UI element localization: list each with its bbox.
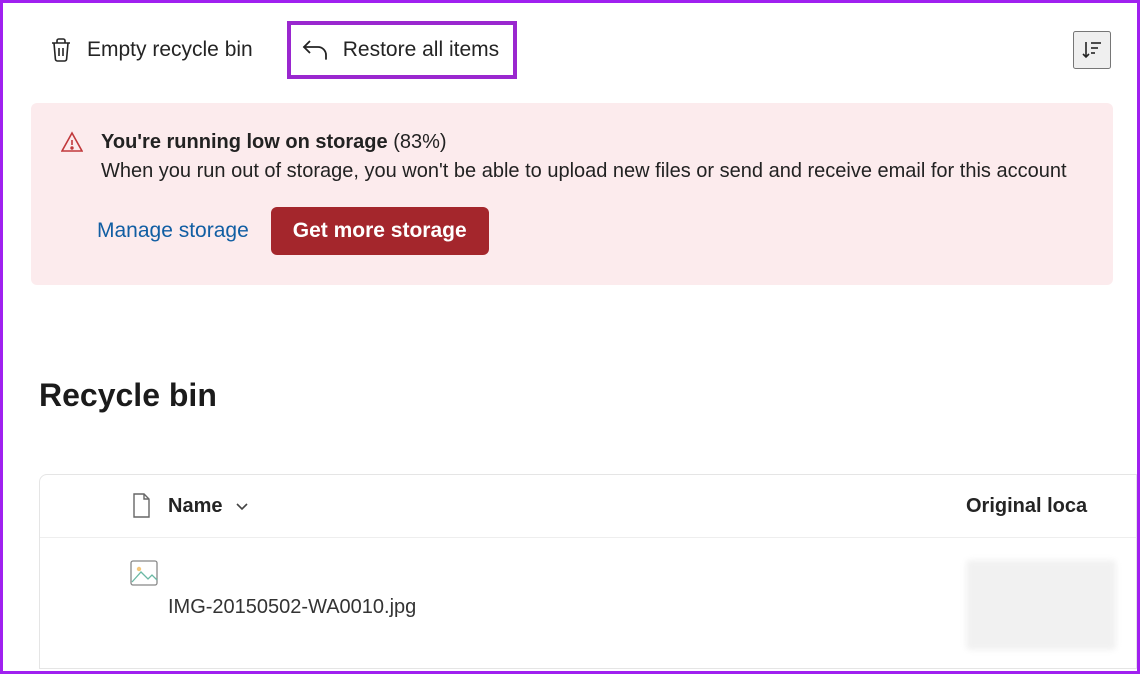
undo-icon	[301, 37, 329, 63]
chevron-down-icon	[234, 498, 250, 514]
file-name: IMG-20150502-WA0010.jpg	[168, 596, 416, 619]
column-location-header[interactable]: Original loca	[966, 495, 1136, 518]
table-row[interactable]: IMG-20150502-WA0010.jpg	[40, 538, 1136, 668]
column-icon	[64, 493, 146, 519]
toolbar: Empty recycle bin Restore all items	[3, 3, 1137, 97]
warning-icon	[61, 131, 83, 153]
empty-recycle-bin-label: Empty recycle bin	[87, 38, 253, 62]
table-header: Name Original loca	[40, 475, 1136, 538]
get-more-storage-button[interactable]: Get more storage	[271, 207, 489, 255]
page-title: Recycle bin	[39, 377, 1137, 414]
restore-all-items-button[interactable]: Restore all items	[287, 21, 517, 79]
restore-all-items-label: Restore all items	[343, 38, 499, 62]
file-table: Name Original loca IMG-20150502-WA0010.j…	[39, 474, 1137, 669]
banner-description: When you run out of storage, you won't b…	[101, 160, 1083, 183]
banner-title-text: You're running low on storage	[101, 131, 388, 153]
column-name-header[interactable]: Name	[146, 495, 966, 518]
sort-icon	[1081, 39, 1103, 61]
blurred-location	[966, 560, 1116, 650]
empty-recycle-bin-button[interactable]: Empty recycle bin	[39, 31, 263, 69]
banner-title-pct: (83%)	[393, 131, 446, 153]
manage-storage-link[interactable]: Manage storage	[97, 219, 249, 243]
storage-warning-banner: You're running low on storage (83%) When…	[31, 103, 1113, 285]
sort-button[interactable]	[1073, 31, 1111, 69]
column-name-label: Name	[168, 495, 222, 518]
banner-title: You're running low on storage (83%)	[101, 131, 1083, 154]
trash-icon	[49, 37, 73, 63]
